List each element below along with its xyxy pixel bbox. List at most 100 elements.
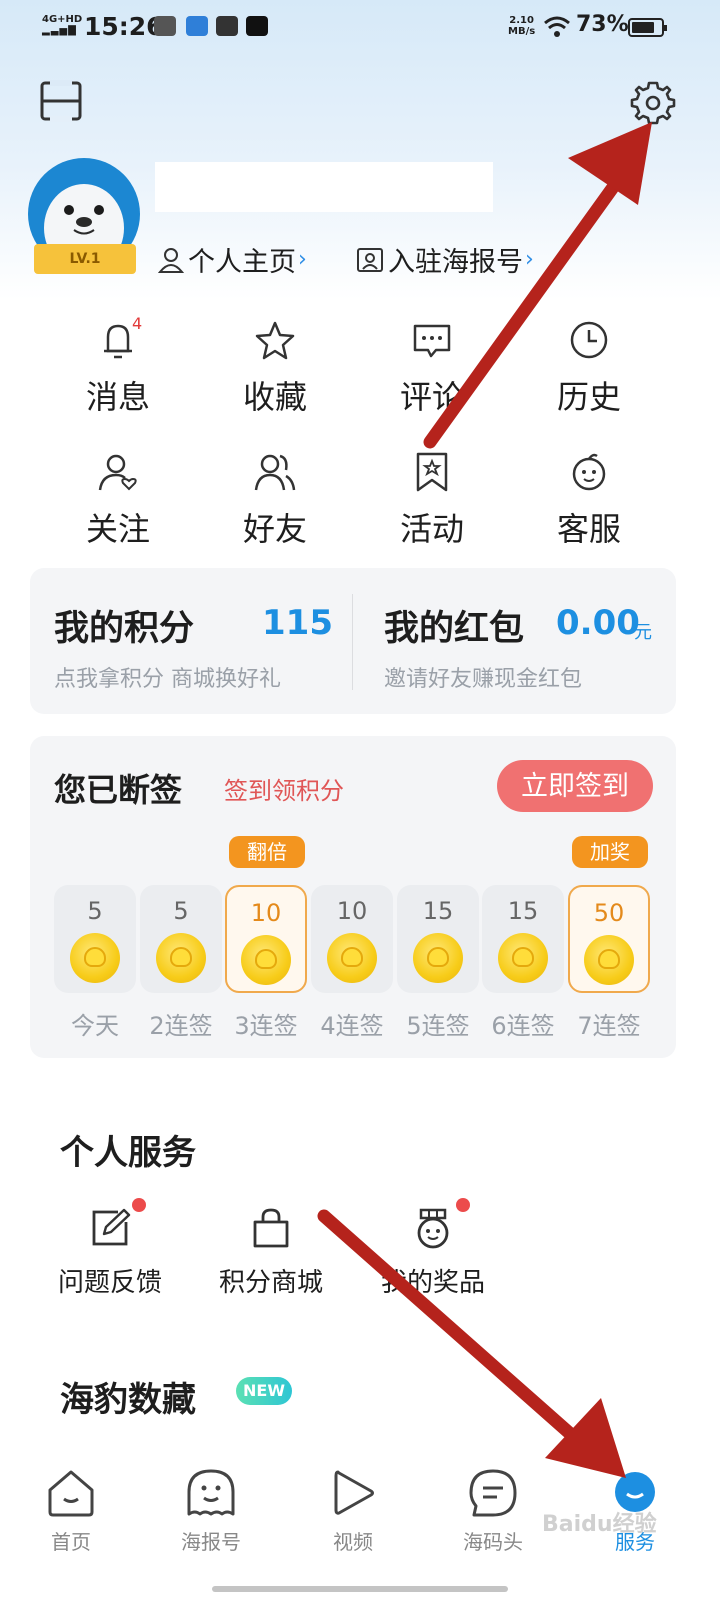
sign-day-6: 15 <box>482 885 564 993</box>
service-my-prizes[interactable]: 我的奖品 <box>363 1206 503 1299</box>
chat-bubble-icon <box>469 1469 517 1517</box>
poster-face-icon <box>187 1469 235 1516</box>
activity-bookmark-icon <box>416 452 448 492</box>
profile-home-label: 个人主页 <box>188 247 296 278</box>
day-points: 5 <box>173 897 189 925</box>
coin-icon <box>413 933 463 983</box>
day-label: 4连签 <box>320 1012 384 1040</box>
service-feedback[interactable]: 问题反馈 <box>40 1206 180 1299</box>
tab-home[interactable]: 首页 <box>16 1466 126 1555</box>
sign-day-2: 5 <box>140 885 222 993</box>
sign-day-4: 10 <box>311 885 393 993</box>
shopping-bag-icon <box>253 1208 289 1248</box>
day-label: 2连签 <box>149 1012 213 1040</box>
red-packet-subtitle: 邀请好友赚现金红包 <box>384 667 583 692</box>
sign-in-subtitle: 签到领积分 <box>224 777 344 805</box>
sign-day-7: 50 <box>568 885 650 993</box>
username-redacted <box>155 162 493 212</box>
friends-icon <box>254 454 296 491</box>
tab-label: 海报号 <box>181 1530 241 1554</box>
id-card-icon <box>357 247 383 272</box>
chevron-right-icon: › <box>298 247 307 272</box>
level-badge: LV.1 <box>34 244 136 274</box>
game-icon <box>154 16 176 36</box>
service-label: 问题反馈 <box>57 1268 162 1298</box>
net-speed-unit: MB/s <box>508 26 536 37</box>
day-points: 5 <box>87 897 103 925</box>
home-icon <box>48 1470 94 1517</box>
day-label: 6连签 <box>491 1012 555 1040</box>
sign-day-1: 5 <box>54 885 136 993</box>
grid-item-label: 好友 <box>242 510 307 548</box>
settings-gear-icon[interactable] <box>630 80 676 126</box>
bonus-tag: 加奖 <box>572 836 648 868</box>
comment-icon <box>413 324 451 358</box>
battery-percent: 73% <box>576 12 629 37</box>
grid-item-label: 客服 <box>556 510 621 548</box>
day-label: 今天 <box>71 1012 119 1040</box>
grid-item-label: 评论 <box>399 378 464 416</box>
profile-home-link[interactable]: 个人主页 › <box>158 240 307 279</box>
watermark: Baidu经验 <box>542 1512 657 1537</box>
digital-collection-title: 海豹数藏 <box>60 1380 196 1420</box>
sign-in-now-button[interactable]: 立即签到 <box>497 760 653 812</box>
day-label: 5连签 <box>406 1012 470 1040</box>
prize-medal-icon <box>417 1208 449 1249</box>
grid-item-label: 活动 <box>399 510 464 548</box>
tab-pier[interactable]: 海码头 <box>438 1466 548 1555</box>
grid-item-label: 历史 <box>556 378 621 416</box>
tab-poster[interactable]: 海报号 <box>156 1466 266 1555</box>
home-indicator <box>212 1586 508 1592</box>
join-poster-link[interactable]: 入驻海报号 › <box>356 240 534 279</box>
coin-icon <box>327 933 377 983</box>
app-icon-3 <box>246 16 268 36</box>
tab-video[interactable]: 视频 <box>298 1466 408 1555</box>
grid-item-follow[interactable]: 关注 <box>38 450 198 550</box>
play-icon <box>334 1470 374 1515</box>
grid-item-label: 消息 <box>85 378 150 416</box>
status-time: 15:26 <box>84 12 164 41</box>
grid-item-comments[interactable]: 评论 <box>352 318 512 418</box>
grid-item-favorites[interactable]: 收藏 <box>195 318 355 418</box>
scan-icon[interactable] <box>40 80 82 122</box>
points-subtitle: 点我拿积分 商城换好礼 <box>54 667 281 692</box>
notification-dot <box>132 1198 146 1212</box>
coin-icon <box>156 933 206 983</box>
net-speed-value: 2.10 <box>509 15 534 26</box>
grid-item-friends[interactable]: 好友 <box>195 450 355 550</box>
customer-service-icon <box>572 453 606 491</box>
red-packet-title: 我的红包 <box>384 609 525 649</box>
tab-label: 海码头 <box>463 1530 523 1554</box>
service-points-mall[interactable]: 积分商城 <box>201 1206 341 1299</box>
network-indicator: 4G+HD ▂▃▅▇ <box>42 14 83 36</box>
day-label: 7连签 <box>577 1012 641 1040</box>
wifi-icon <box>544 16 570 37</box>
red-packet-unit: 元 <box>634 622 652 643</box>
coin-icon <box>70 933 120 983</box>
app-icon-2 <box>216 16 238 36</box>
feedback-edit-icon <box>92 1208 131 1246</box>
service-label: 积分商城 <box>218 1268 323 1298</box>
network-type: 4G+HD <box>42 14 83 25</box>
app-icon <box>186 16 208 36</box>
grid-item-customer-service[interactable]: 客服 <box>509 450 669 550</box>
person-icon <box>158 247 184 273</box>
message-count-badge: 4 <box>132 314 143 333</box>
day-points: 10 <box>250 899 282 927</box>
sign-day-5: 15 <box>397 885 479 993</box>
day-points: 15 <box>507 897 539 925</box>
day-points: 50 <box>593 899 625 927</box>
card-divider <box>352 594 353 690</box>
grid-item-messages[interactable]: 4 消息 <box>38 314 198 418</box>
points-value: 115 <box>262 603 333 643</box>
coin-icon <box>584 935 634 985</box>
new-badge: NEW <box>236 1377 292 1405</box>
grid-item-label: 收藏 <box>242 378 307 416</box>
chevron-right-icon: › <box>525 247 534 272</box>
net-speed: 2.10 MB/s <box>508 15 535 37</box>
grid-item-history[interactable]: 历史 <box>509 318 669 418</box>
coin-icon <box>241 935 291 985</box>
points-title: 我的积分 <box>54 609 195 649</box>
grid-item-activity[interactable]: 活动 <box>352 450 512 550</box>
join-poster-label: 入驻海报号 <box>388 247 523 278</box>
